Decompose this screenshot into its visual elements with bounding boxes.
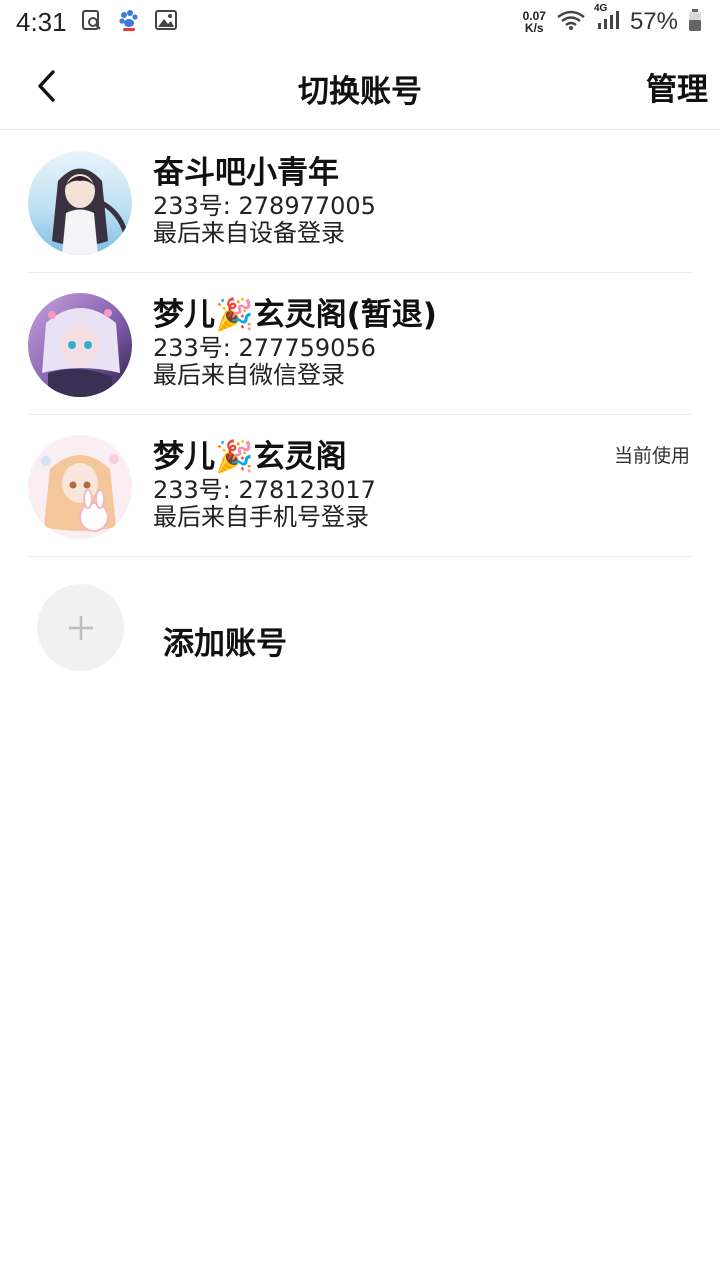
battery-percent: 57%: [629, 8, 678, 35]
paw-app-icon: [117, 8, 141, 36]
network-type-label: 4G: [593, 3, 608, 14]
status-right: 0.07 K/s 4G 57%: [523, 3, 702, 36]
status-left: 4:31: [16, 7, 177, 38]
account-item[interactable]: 梦儿🎉玄灵阁(暂退) 233号: 277759056 最后来自微信登录: [28, 273, 692, 415]
screen-search-icon: [81, 9, 103, 35]
account-info: 梦儿🎉玄灵阁 233号: 278123017 最后来自手机号登录: [153, 437, 376, 531]
net-speed: 0.07 K/s: [523, 10, 546, 34]
manage-button[interactable]: 管理: [646, 64, 708, 109]
cellular-signal-icon: 4G: [594, 3, 620, 35]
account-name: 奋斗吧小青年: [153, 155, 339, 191]
account-item[interactable]: 梦儿🎉玄灵阁 233号: 278123017 最后来自手机号登录 当前使用: [28, 415, 692, 557]
account-list: 奋斗吧小青年 233号: 278977005 最后来自设备登录 梦儿🎉玄灵阁(暂…: [0, 131, 720, 557]
add-account-circle: [37, 584, 124, 671]
avatar: [28, 151, 132, 255]
status-time: 4:31: [16, 6, 67, 37]
avatar: [28, 293, 132, 397]
plus-icon: [68, 615, 93, 640]
last-login-source: 最后来自手机号登录: [153, 503, 369, 531]
account-info: 奋斗吧小青年 233号: 278977005 最后来自设备登录: [153, 153, 376, 247]
account-id: 233号: 278123017: [153, 476, 376, 504]
account-name: 梦儿🎉玄灵阁(暂退): [153, 297, 437, 333]
battery-icon: [688, 8, 702, 36]
avatar: [28, 435, 132, 539]
last-login-source: 最后来自微信登录: [153, 361, 345, 389]
account-name: 梦儿🎉玄灵阁: [153, 439, 347, 475]
page-title: 切换账号: [298, 74, 422, 110]
add-account-label: 添加账号: [163, 626, 287, 662]
account-info: 梦儿🎉玄灵阁(暂退) 233号: 277759056 最后来自微信登录: [153, 295, 437, 389]
net-speed-unit: K/s: [524, 21, 544, 35]
account-id: 233号: 277759056: [153, 334, 376, 362]
last-login-source: 最后来自设备登录: [153, 219, 345, 247]
image-icon: [154, 10, 177, 34]
current-account-badge: 当前使用: [613, 445, 690, 467]
account-id: 233号: 278977005: [153, 192, 376, 220]
wifi-icon: [556, 9, 586, 35]
add-account-button[interactable]: 添加账号: [37, 584, 437, 672]
header: 切换账号 管理: [0, 44, 720, 130]
account-item[interactable]: 奋斗吧小青年 233号: 278977005 最后来自设备登录: [28, 131, 692, 273]
status-bar: 4:31 0.07 K/s 4G 57%: [0, 0, 720, 44]
